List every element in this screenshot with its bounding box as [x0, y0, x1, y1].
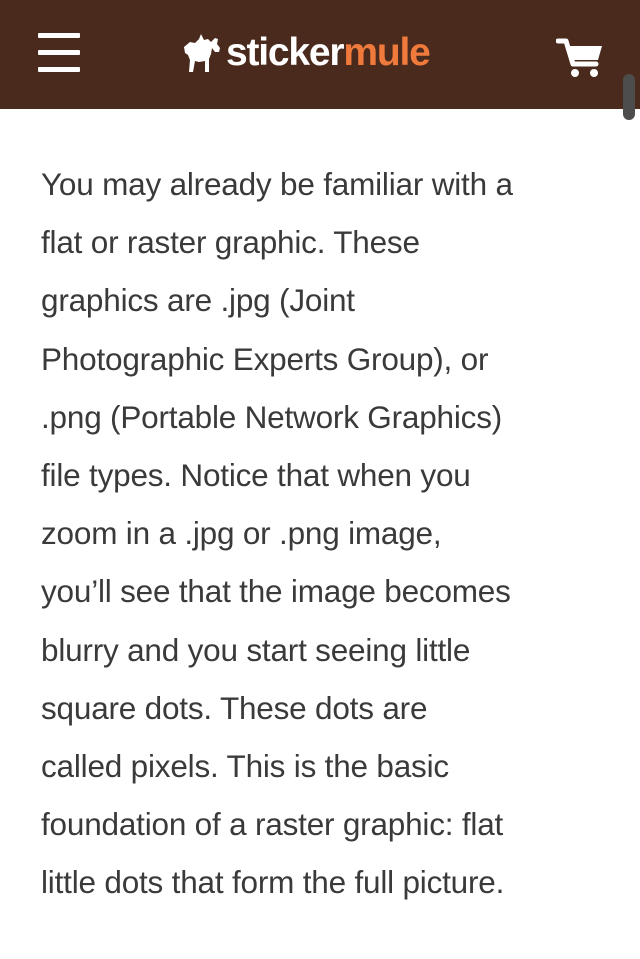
paragraph-line: graphics are .jpg (Joint	[41, 282, 355, 319]
paragraph-line: little dots that form the full picture.	[41, 864, 505, 901]
paragraph-line: Photographic Experts Group), or	[41, 340, 489, 377]
paragraph-line: You may already be familiar with a	[41, 166, 513, 202]
paragraph-line: file types. Notice that when you	[41, 457, 471, 494]
paragraph-line: flat or raster graphic. These	[41, 224, 420, 261]
logo-text-sticker: sticker	[226, 31, 345, 74]
paragraph-line: called pixels. This is the basic	[41, 748, 449, 785]
paragraph-line: blurry and you start seeing little	[41, 631, 471, 668]
shopping-cart-icon[interactable]	[556, 37, 604, 79]
logo-text-mule: mule	[343, 31, 430, 74]
scrollbar-thumb[interactable]	[623, 74, 635, 120]
article-content: You may already be familiar with a flat …	[41, 155, 611, 912]
menu-bar-line	[38, 67, 80, 72]
article-paragraph: You may already be familiar with a flat …	[41, 155, 611, 912]
stickermule-logo[interactable]: sticker mule	[181, 30, 431, 76]
menu-bar-line	[38, 33, 80, 38]
top-navigation-bar: sticker mule	[0, 0, 640, 109]
paragraph-line: you’ll see that the image becomes	[41, 573, 511, 610]
paragraph-line: .png (Portable Network Graphics)	[41, 398, 503, 435]
paragraph-line: square dots. These dots are	[41, 689, 428, 726]
hamburger-menu-icon[interactable]	[38, 33, 80, 73]
paragraph-line: foundation of a raster graphic: flat	[41, 806, 504, 843]
paragraph-line: zoom in a .jpg or .png image,	[41, 515, 442, 552]
menu-bar-line	[38, 50, 80, 55]
mule-icon	[184, 34, 220, 72]
